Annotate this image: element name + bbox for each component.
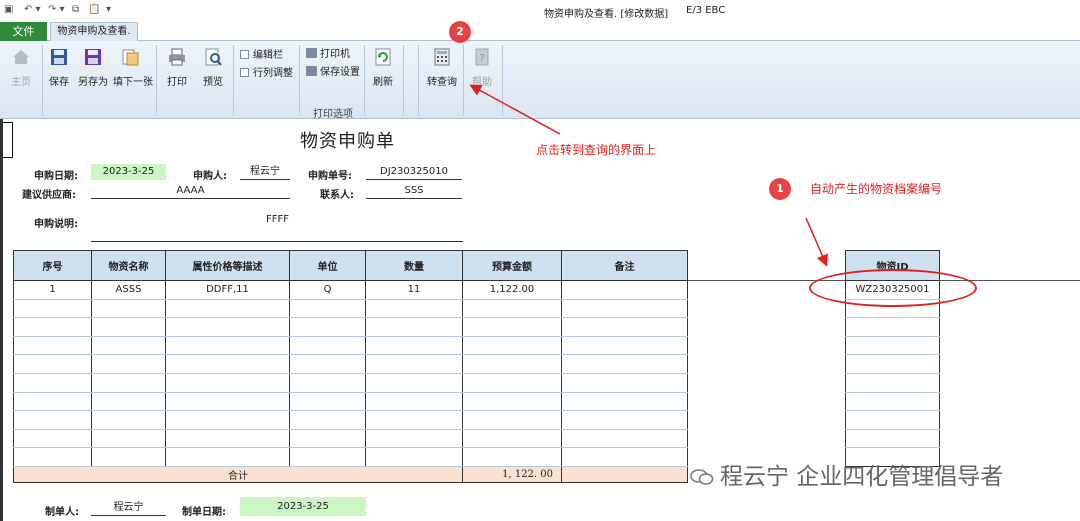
save-as-icon	[85, 49, 101, 65]
row-col-adjust-checkbox[interactable]: 行列调整	[240, 64, 293, 79]
print-options-group-label: 打印选项	[313, 109, 353, 120]
settings-small-icon	[306, 66, 317, 76]
tab-file[interactable]: 文件	[0, 22, 47, 41]
col-header-desc: 属性价格等描述	[165, 250, 290, 281]
annotation-highlight-oval	[809, 269, 977, 307]
printer-icon	[169, 48, 185, 66]
col-header-name: 物资名称	[91, 250, 166, 281]
table-row[interactable]	[13, 354, 688, 374]
items-table: 序号 物资名称 属性价格等描述 单位 数量 预算金额 备注 1 ASSS DDF…	[13, 250, 688, 483]
fill-next-button[interactable]: 填下一张	[113, 45, 153, 95]
form-document: 物资申购单 申购日期: 2023-3-25 申购人: 程云宁 申购单号: DJ2…	[0, 119, 1080, 521]
supplier-field[interactable]: AAAA	[91, 183, 290, 199]
preview-icon	[205, 48, 222, 66]
calculator-icon	[434, 48, 450, 66]
table-row[interactable]: 1 ASSS DDFF,11 Q 11 1,122.00	[13, 280, 688, 300]
table-row[interactable]	[13, 372, 688, 393]
save-settings-button[interactable]: 保存设置	[306, 63, 360, 78]
printer-button[interactable]: 打印机	[306, 45, 350, 60]
refresh-button[interactable]: 刷新	[366, 45, 400, 95]
annotation-badge-2: 2	[449, 21, 471, 43]
table-row[interactable]	[13, 335, 688, 356]
table-row[interactable]	[13, 428, 688, 449]
app-window: ▣ ↶ ▾ ↷ ▾ ⧉ 📋 ▾ 物资申购及查看. [修改数据] E/3 EBC …	[0, 0, 1080, 521]
table-row[interactable]	[845, 410, 940, 430]
table-row[interactable]	[845, 428, 940, 449]
help-button[interactable]: ? 帮助	[465, 45, 499, 95]
help-icon: ?	[475, 48, 489, 66]
annotation-note-2: 点击转到查询的界面上	[536, 143, 657, 157]
tab-document[interactable]: 物资申购及查看.	[50, 22, 138, 42]
apply-date-label: 申购日期:	[34, 171, 78, 182]
table-row[interactable]	[13, 317, 688, 337]
col-header-amount: 预算金额	[462, 250, 562, 281]
contact-field[interactable]: SSS	[366, 183, 462, 199]
watermark: 程云宁 企业四化管理倡导者	[690, 457, 1003, 491]
annotation-badge-1: 1	[769, 178, 791, 200]
new-form-icon	[122, 49, 139, 66]
desc-field[interactable]: FFFF	[91, 212, 463, 242]
save-as-button[interactable]: 另存为	[76, 45, 110, 95]
to-query-button[interactable]: 转查询	[425, 45, 459, 95]
window-title: 物资申购及查看. [修改数据]	[544, 9, 669, 20]
refresh-icon	[375, 48, 391, 66]
table-row[interactable]	[845, 372, 940, 393]
applicant-field[interactable]: 程云宁	[240, 164, 290, 180]
supplier-label: 建议供应商:	[22, 190, 76, 201]
svg-text:?: ?	[479, 53, 484, 64]
maker-field[interactable]: 程云宁	[91, 500, 166, 516]
annotation-note-1: 自动产生的物资档案编号	[810, 182, 943, 196]
ribbon-tabs: 文件 物资申购及查看.	[0, 22, 1080, 42]
col-header-seq: 序号	[13, 250, 92, 281]
preview-button[interactable]: 预览	[196, 45, 230, 95]
total-amount: 1, 122. 00	[462, 465, 562, 483]
desc-label: 申购说明:	[34, 219, 78, 230]
home-button[interactable]: 主页	[4, 45, 38, 95]
cell-cursor	[3, 122, 13, 158]
col-header-remark: 备注	[561, 250, 688, 281]
make-date-field[interactable]: 2023-3-25	[240, 497, 366, 516]
table-row[interactable]	[13, 391, 688, 412]
total-row: 合计 1, 122. 00	[13, 465, 688, 483]
table-row[interactable]	[13, 298, 688, 319]
col-header-unit: 单位	[289, 250, 366, 281]
order-no-label: 申购单号:	[308, 171, 352, 182]
table-row[interactable]	[845, 335, 940, 356]
print-button[interactable]: 打印	[160, 45, 194, 95]
title-bar: ▣ ↶ ▾ ↷ ▾ ⧉ 📋 ▾ 物资申购及查看. [修改数据] E/3 EBC	[0, 0, 1080, 22]
copy-icon[interactable]: ⧉	[72, 4, 79, 16]
save-button[interactable]: 保存	[42, 45, 76, 95]
table-row[interactable]	[845, 391, 940, 412]
table-row[interactable]	[845, 354, 940, 374]
table-row[interactable]	[13, 447, 688, 467]
customize-quick-access-icon[interactable]: ▾	[106, 4, 111, 16]
redo-icon[interactable]: ↷ ▾	[48, 4, 65, 16]
paste-icon[interactable]: 📋	[88, 4, 100, 16]
checkbox-icon	[240, 50, 249, 59]
maker-label: 制单人:	[45, 507, 79, 518]
applicant-label: 申购人:	[193, 171, 227, 182]
apply-date-field[interactable]: 2023-3-25	[91, 164, 166, 180]
app-name: E/3 EBC	[686, 5, 726, 16]
table-row[interactable]	[845, 317, 940, 337]
order-no-field[interactable]: DJ230325010	[366, 164, 462, 180]
col-header-qty: 数量	[365, 250, 463, 281]
save-icon	[51, 49, 67, 65]
total-label: 合计	[13, 465, 463, 483]
checkbox-icon	[240, 68, 249, 77]
app-menu-icon[interactable]: ▣	[4, 4, 13, 16]
wechat-icon	[690, 469, 714, 485]
form-title: 物资申购单	[300, 131, 395, 152]
printer-small-icon	[306, 48, 317, 58]
table-row[interactable]	[13, 410, 688, 430]
home-icon	[13, 50, 29, 64]
ribbon-toolbar: 主页 保存 另存为 填下一张 打印 预览 编辑栏 行列调整 打印机 保存设置 打	[0, 41, 1080, 120]
contact-label: 联系人:	[320, 190, 354, 201]
make-date-label: 制单日期:	[182, 507, 226, 518]
undo-icon[interactable]: ↶ ▾	[24, 4, 41, 16]
edit-bar-checkbox[interactable]: 编辑栏	[240, 46, 283, 61]
